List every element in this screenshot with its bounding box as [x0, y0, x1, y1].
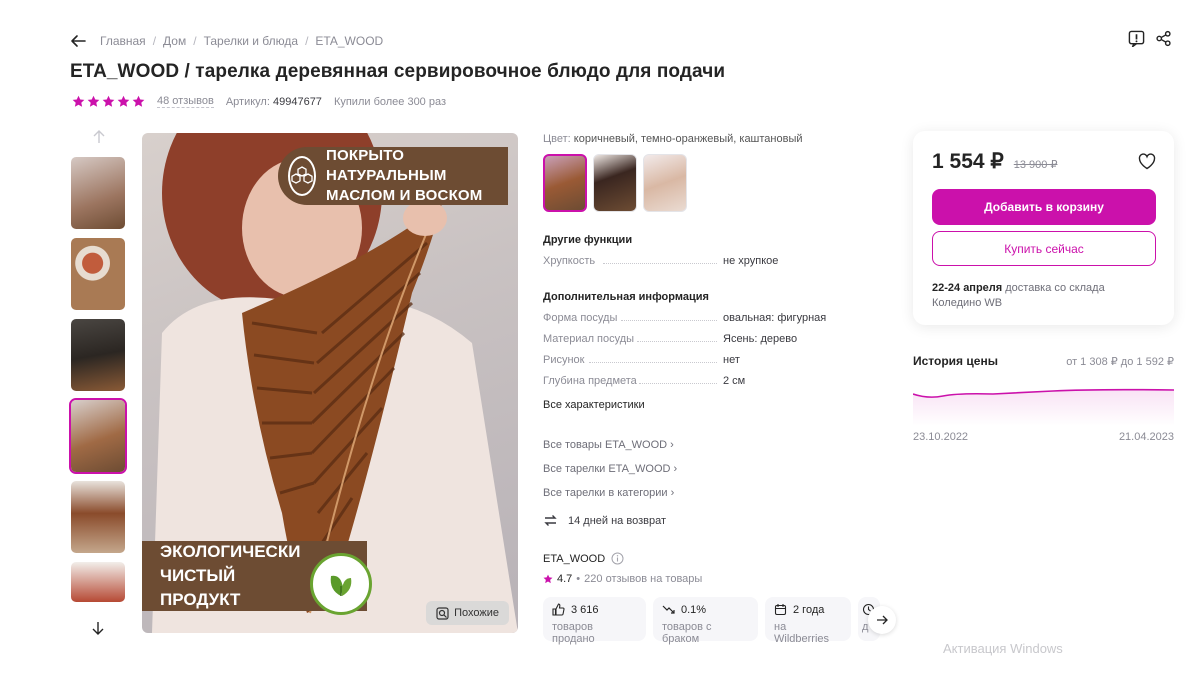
info-icon[interactable]: [611, 552, 624, 565]
breadcrumb-home-category[interactable]: Дом: [163, 34, 186, 48]
breadcrumb-brand[interactable]: ETA_WOOD: [315, 34, 383, 48]
main-product-image[interactable]: Покрыто натуральным маслом и воском Экол…: [142, 133, 518, 633]
star-icon: [102, 95, 115, 107]
star-icon: [87, 95, 100, 107]
price-history-title: История цены: [913, 354, 998, 368]
top-bar: Главная / Дом / Тарелки и блюда / ETA_WO…: [70, 32, 383, 50]
additional-info-heading: Дополнительная информация: [543, 291, 709, 303]
other-functions-heading: Другие функции: [543, 234, 633, 246]
bought-count: Купили более 300 раз: [333, 95, 447, 108]
price-history: История цены от 1 308 ₽ до 1 592 ₽ 23.10…: [912, 354, 1175, 443]
buy-now-button[interactable]: Купить сейчас: [932, 231, 1156, 266]
price-history-range: от 1 308 ₽ до 1 592 ₽: [1066, 355, 1174, 368]
thumbnail-6[interactable]: [71, 562, 125, 602]
calendar-icon: [774, 604, 787, 616]
price-history-chart[interactable]: [912, 382, 1175, 426]
return-policy: 14 дней на возврат: [543, 513, 883, 528]
trend-down-icon: [662, 605, 675, 614]
seller-stats: 3 616 товаров продано 0.1% товаров с бра…: [543, 597, 880, 645]
image-badge-oil: Покрыто натуральным маслом и воском: [278, 147, 508, 205]
link-all-brand-plates[interactable]: Все тарелки ETA_WOOD ›: [543, 463, 883, 475]
spec-row: Рисунок нет: [543, 354, 740, 366]
link-all-brand-items[interactable]: Все товары ETA_WOOD ›: [543, 439, 883, 451]
share-icon[interactable]: [1155, 30, 1172, 47]
similar-button[interactable]: Похожие: [426, 601, 509, 625]
windows-activation-watermark: Активация Windows: [943, 641, 1063, 656]
breadcrumb-plates[interactable]: Тарелки и блюда: [204, 34, 299, 48]
all-characteristics-link[interactable]: Все характеристики: [543, 399, 883, 411]
spec-row: Глубина предмета 2 см: [543, 375, 746, 387]
favorite-heart-icon[interactable]: [1138, 153, 1156, 170]
arrow-right-icon: [877, 615, 888, 625]
buy-box: 1 554 ₽ 13 900 ₽ Добавить в корзину Купи…: [913, 131, 1174, 325]
breadcrumb: Главная / Дом / Тарелки и блюда / ETA_WO…: [100, 34, 384, 48]
price-history-end: 21.04.2023: [1118, 431, 1174, 443]
brand-links: Все товары ETA_WOOD › Все тарелки ETA_WO…: [543, 439, 883, 499]
thumbnail-5[interactable]: [71, 481, 125, 553]
back-arrow-icon[interactable]: [70, 33, 86, 49]
thumb-down-button[interactable]: [91, 621, 105, 640]
delivery-info: 22-24 апреля доставка со склада Коледино…: [932, 282, 1105, 309]
thumbnail-2[interactable]: [71, 238, 125, 310]
color-swatch-2[interactable]: [593, 154, 637, 212]
star-icon: [543, 574, 553, 584]
price-history-start: 23.10.2022: [913, 431, 969, 443]
thumbnail-list: [69, 130, 127, 602]
thumbnail-3[interactable]: [71, 319, 125, 391]
honeycomb-icon: [288, 156, 316, 196]
product-meta: 48 отзывов Артикул: 49947677 Купили боле…: [72, 95, 446, 108]
stat-sold: 3 616 товаров продано: [543, 597, 646, 645]
star-icon: [132, 95, 145, 107]
add-to-cart-button[interactable]: Добавить в корзину: [932, 189, 1156, 225]
color-swatch-1[interactable]: [543, 154, 587, 212]
seller-name[interactable]: ETA_WOOD: [543, 552, 883, 565]
seller-rating: 4.7 • 220 отзывов на товары: [543, 573, 883, 585]
product-info: Цвет: коричневый, темно-оранжевый, кашта…: [543, 133, 883, 585]
current-price: 1 554 ₽: [932, 150, 1004, 173]
product-title: ETA_WOOD / тарелка деревянная сервировоч…: [70, 61, 726, 82]
stats-next-button[interactable]: [868, 606, 896, 634]
return-arrows-icon: [544, 515, 557, 526]
star-icon: [72, 95, 85, 107]
price-row: 1 554 ₽ 13 900 ₽: [932, 149, 1155, 174]
thumbs-up-icon: [552, 603, 565, 616]
stat-defects: 0.1% товаров с браком: [653, 597, 758, 645]
star-icon: [117, 95, 130, 107]
old-price: 13 900 ₽: [1013, 159, 1058, 171]
color-label: Цвет: коричневый, темно-оранжевый, кашта…: [543, 133, 803, 145]
report-icon[interactable]: [1128, 30, 1145, 47]
arrow-up-icon: [93, 130, 104, 143]
spec-row: Форма посуды овальная: фигурная: [543, 312, 827, 324]
thumb-up-button[interactable]: [71, 130, 126, 148]
color-swatch-3[interactable]: [643, 154, 687, 212]
breadcrumb-home[interactable]: Главная: [100, 34, 146, 48]
similar-search-icon: [436, 606, 449, 620]
top-actions: [1128, 30, 1172, 47]
thumbnail-1[interactable]: [71, 157, 125, 229]
rating-stars: [72, 95, 145, 108]
stat-years: 2 года на Wildberries: [765, 597, 851, 645]
color-swatches: [543, 154, 883, 212]
thumbnail-4[interactable]: [69, 398, 127, 474]
spec-row: Материал посуды Ясень: дерево: [543, 333, 798, 345]
link-all-category-plates[interactable]: Все тарелки в категории ›: [543, 487, 883, 499]
article-number: Артикул: 49947677: [225, 95, 322, 108]
spec-row: Хрупкость не хрупкое: [543, 255, 779, 267]
arrow-down-icon: [92, 622, 104, 635]
reviews-link[interactable]: 48 отзывов: [157, 95, 214, 108]
eco-leaf-icon: [310, 553, 372, 615]
